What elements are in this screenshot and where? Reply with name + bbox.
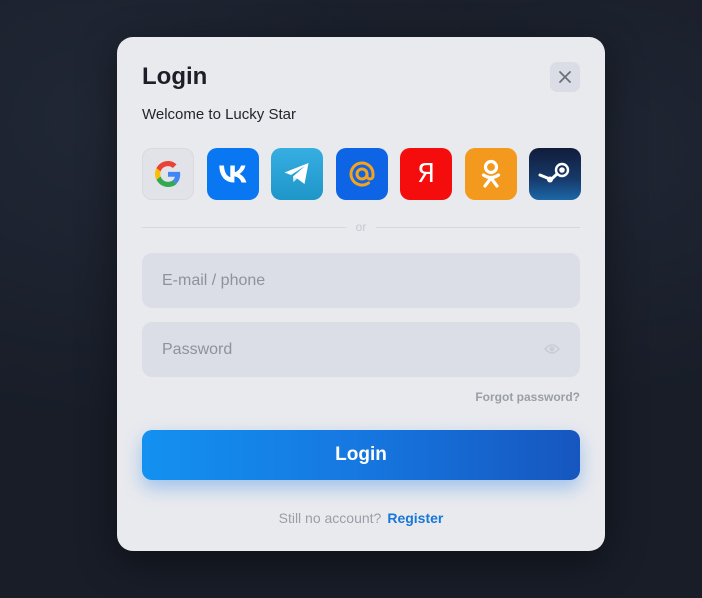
divider-line-left (142, 226, 346, 228)
at-sign-icon (349, 161, 374, 187)
vk-login-button[interactable] (206, 148, 259, 200)
yandex-icon: Я (416, 159, 436, 189)
yandex-login-button[interactable]: Я (400, 148, 452, 200)
eye-icon[interactable] (544, 342, 560, 356)
close-icon (559, 71, 571, 83)
odnoklassniki-icon (481, 159, 500, 188)
modal-subtitle: Welcome to Lucky Star (142, 106, 296, 123)
divider-line-right (376, 226, 581, 228)
or-divider: or (142, 220, 581, 234)
steam-login-button[interactable] (529, 148, 581, 200)
google-icon (155, 161, 181, 187)
close-button[interactable] (550, 62, 580, 92)
login-button[interactable]: Login (142, 430, 580, 480)
google-login-button[interactable] (142, 148, 194, 200)
login-modal: Login Welcome to Lucky Star Я or E-mail … (117, 37, 605, 551)
no-account-text: Still no account? (278, 510, 382, 526)
divider-text: or (355, 220, 367, 234)
telegram-icon (284, 163, 309, 184)
email-input[interactable] (162, 271, 580, 290)
email-field (142, 253, 580, 308)
mail-ru-login-button[interactable] (335, 148, 388, 200)
steam-icon (538, 162, 570, 183)
odnoklassniki-login-button[interactable] (464, 148, 517, 200)
social-login-row: Я (142, 148, 581, 200)
modal-title: Login (142, 63, 208, 90)
password-input[interactable] (162, 340, 530, 359)
vk-icon (218, 165, 246, 183)
register-link[interactable]: Register (387, 510, 443, 526)
telegram-login-button[interactable] (271, 148, 323, 200)
password-field (142, 322, 580, 377)
register-row: Still no account? Register (117, 510, 605, 526)
forgot-password-link[interactable]: Forgot password? (475, 390, 580, 404)
